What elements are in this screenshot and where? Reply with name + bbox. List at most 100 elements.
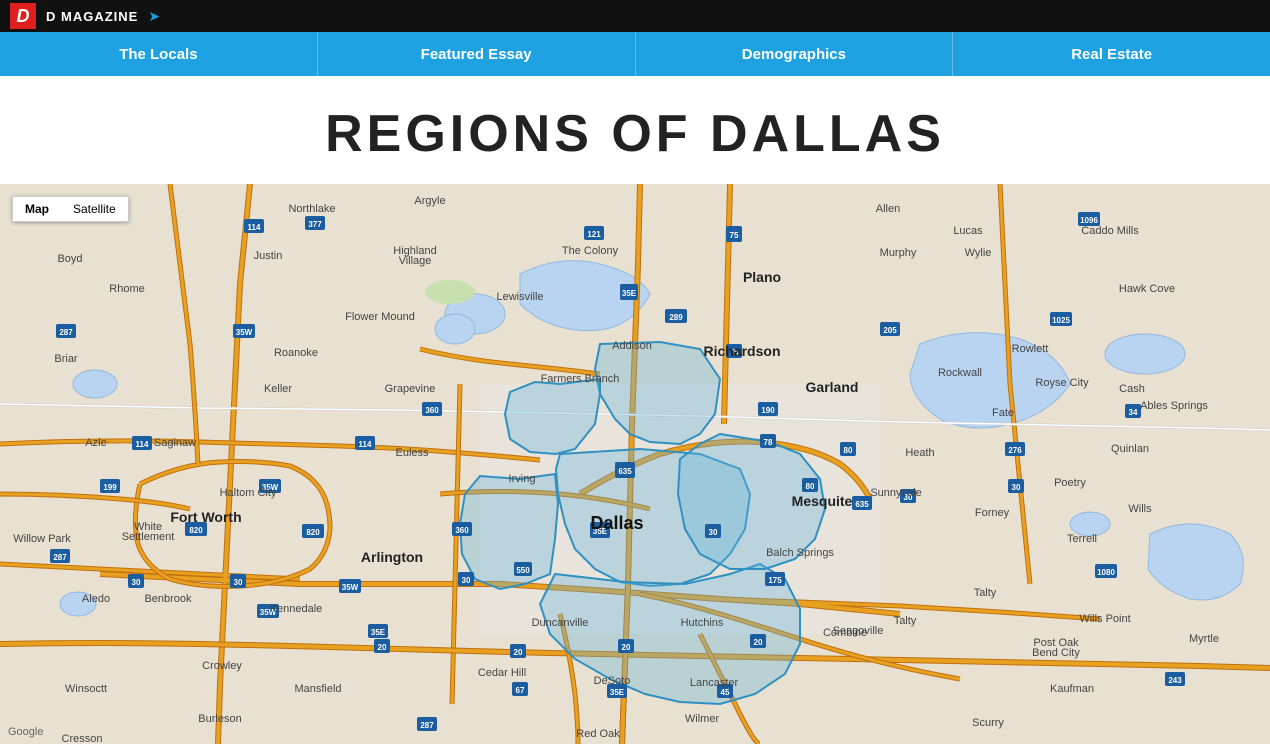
svg-text:175: 175 (768, 576, 782, 585)
svg-text:Grapevine: Grapevine (385, 383, 436, 395)
svg-text:Azle: Azle (85, 437, 106, 449)
svg-text:Plano: Plano (743, 269, 781, 285)
svg-text:Fate: Fate (992, 407, 1014, 419)
magazine-arrow: ➤ (148, 8, 160, 25)
svg-text:287: 287 (53, 553, 67, 562)
svg-text:Flower Mound: Flower Mound (345, 311, 415, 323)
svg-text:Farmers Branch: Farmers Branch (541, 373, 620, 385)
map-toggle-satellite[interactable]: Satellite (61, 197, 128, 221)
svg-text:35W: 35W (342, 583, 359, 592)
svg-text:205: 205 (883, 326, 897, 335)
svg-text:Ables Springs: Ables Springs (1140, 400, 1208, 412)
svg-text:Fort Worth: Fort Worth (170, 509, 241, 525)
svg-text:Caddo Mills: Caddo Mills (1081, 225, 1139, 237)
svg-text:Argyle: Argyle (414, 195, 445, 207)
nav-bar: The Locals Featured Essay Demographics R… (0, 32, 1270, 76)
d-logo: D (10, 3, 36, 29)
svg-text:Wills Point: Wills Point (1079, 613, 1130, 625)
svg-text:DeSoto: DeSoto (594, 675, 631, 687)
svg-text:820: 820 (306, 528, 320, 537)
svg-text:Addison: Addison (612, 340, 652, 352)
svg-text:75: 75 (730, 231, 739, 240)
svg-text:820: 820 (189, 526, 203, 535)
svg-text:Kennedale: Kennedale (270, 603, 323, 615)
svg-text:35E: 35E (622, 289, 637, 298)
svg-text:190: 190 (761, 406, 775, 415)
google-watermark: Google (8, 726, 43, 738)
svg-text:Crowley: Crowley (202, 660, 242, 672)
svg-text:Combine: Combine (823, 627, 867, 639)
svg-text:Bend City: Bend City (1032, 647, 1080, 659)
svg-text:Cresson: Cresson (62, 733, 103, 744)
svg-text:Northlake: Northlake (288, 203, 335, 215)
svg-text:Irving: Irving (509, 473, 536, 485)
svg-text:30: 30 (132, 578, 141, 587)
page-title-area: REGIONS OF DALLAS (0, 76, 1270, 184)
svg-text:360: 360 (455, 526, 469, 535)
nav-demographics[interactable]: Demographics (636, 32, 954, 76)
svg-text:360: 360 (425, 406, 439, 415)
svg-text:Saginaw: Saginaw (154, 437, 196, 449)
map-svg: 75 35E 635 30 30 30 289 35E 20 20 20 20 (0, 184, 1270, 744)
svg-text:Boyd: Boyd (57, 253, 82, 265)
svg-text:Terrell: Terrell (1067, 533, 1097, 545)
map-container: Map Satellite (0, 184, 1270, 744)
svg-text:Winsoctt: Winsoctt (65, 683, 107, 695)
svg-text:Murphy: Murphy (880, 247, 917, 259)
svg-text:35W: 35W (236, 328, 253, 337)
svg-text:Wilmer: Wilmer (685, 713, 720, 725)
svg-text:20: 20 (754, 638, 763, 647)
svg-text:Sunnyvale: Sunnyvale (870, 487, 921, 499)
svg-text:276: 276 (1008, 446, 1022, 455)
svg-text:Rowlett: Rowlett (1012, 343, 1049, 355)
magazine-label: D MAGAZINE (46, 9, 138, 24)
svg-text:34: 34 (1129, 408, 1138, 417)
svg-text:Burleson: Burleson (198, 713, 241, 725)
svg-text:Aledo: Aledo (82, 593, 110, 605)
svg-text:550: 550 (516, 566, 530, 575)
svg-text:Hawk Cove: Hawk Cove (1119, 283, 1175, 295)
svg-text:30: 30 (462, 576, 471, 585)
svg-text:Kaufman: Kaufman (1050, 683, 1094, 695)
svg-text:Roanoke: Roanoke (274, 347, 318, 359)
svg-text:78: 78 (764, 438, 773, 447)
svg-text:Hutchins: Hutchins (681, 617, 724, 629)
svg-text:287: 287 (59, 328, 73, 337)
svg-text:Scurry: Scurry (972, 717, 1004, 729)
svg-text:20: 20 (378, 643, 387, 652)
svg-text:Village: Village (399, 255, 432, 267)
nav-the-locals[interactable]: The Locals (0, 32, 318, 76)
svg-text:Settlement: Settlement (122, 531, 175, 543)
svg-text:45: 45 (721, 688, 730, 697)
svg-text:Talty: Talty (974, 587, 997, 599)
svg-text:Quinlan: Quinlan (1111, 443, 1149, 455)
svg-text:Wills: Wills (1128, 503, 1152, 515)
svg-text:Allen: Allen (876, 203, 900, 215)
svg-text:Balch Springs: Balch Springs (766, 547, 834, 559)
svg-text:30: 30 (234, 578, 243, 587)
svg-text:Duncanville: Duncanville (532, 617, 589, 629)
svg-text:1025: 1025 (1052, 316, 1070, 325)
svg-text:Lucas: Lucas (953, 225, 983, 237)
svg-text:1096: 1096 (1080, 216, 1098, 225)
svg-text:114: 114 (248, 223, 261, 232)
svg-text:Justin: Justin (254, 250, 283, 262)
svg-text:Myrtle: Myrtle (1189, 633, 1219, 645)
svg-text:199: 199 (103, 483, 117, 492)
map-toggle-map[interactable]: Map (13, 197, 61, 221)
svg-text:20: 20 (622, 643, 631, 652)
svg-text:Heath: Heath (905, 447, 934, 459)
svg-text:Lewisville: Lewisville (496, 291, 543, 303)
svg-text:Rhome: Rhome (109, 283, 144, 295)
nav-featured-essay[interactable]: Featured Essay (318, 32, 636, 76)
svg-text:Poetry: Poetry (1054, 477, 1086, 489)
svg-text:Euless: Euless (395, 447, 429, 459)
svg-text:Cash: Cash (1119, 383, 1145, 395)
svg-text:Haltom City: Haltom City (220, 487, 277, 499)
svg-text:Garland: Garland (806, 379, 859, 395)
svg-text:Lancaster: Lancaster (690, 677, 739, 689)
nav-real-estate[interactable]: Real Estate (953, 32, 1270, 76)
svg-text:35E: 35E (610, 688, 625, 697)
map-toggle: Map Satellite (12, 196, 129, 222)
svg-text:Keller: Keller (264, 383, 292, 395)
